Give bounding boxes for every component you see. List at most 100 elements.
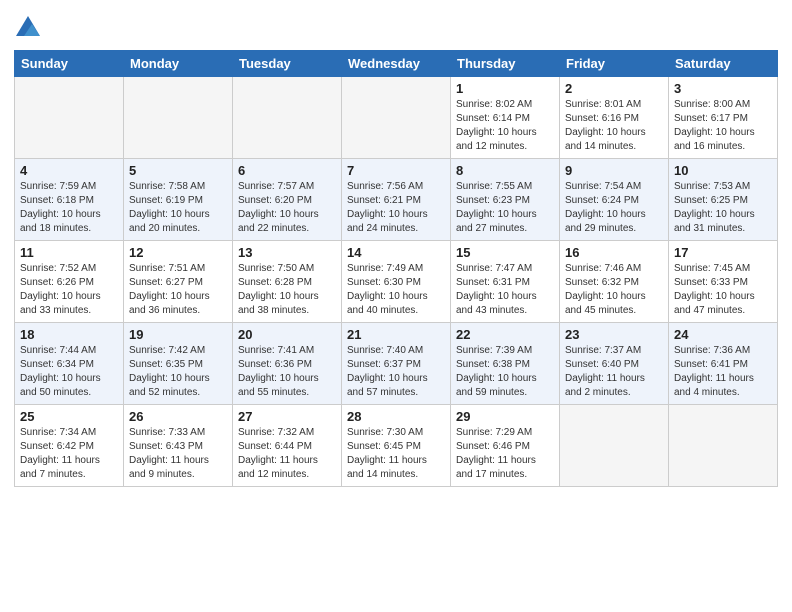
day-number: 20 bbox=[238, 327, 336, 342]
weekday-header-wednesday: Wednesday bbox=[342, 51, 451, 77]
day-info: Sunrise: 8:02 AM Sunset: 6:14 PM Dayligh… bbox=[456, 98, 554, 154]
day-info: Sunrise: 7:33 AM Sunset: 6:43 PM Dayligh… bbox=[129, 426, 227, 482]
calendar-cell: 17 Sunrise: 7:45 AM Sunset: 6:33 PM Dayli… bbox=[669, 241, 778, 323]
calendar-cell bbox=[233, 77, 342, 159]
day-number: 2 bbox=[565, 81, 663, 96]
calendar-cell: 13 Sunrise: 7:50 AM Sunset: 6:28 PM Dayli… bbox=[233, 241, 342, 323]
day-number: 27 bbox=[238, 409, 336, 424]
calendar-cell: 21Sunrise: 7:40 AM Sunset: 6:37 PM Dayli… bbox=[342, 323, 451, 405]
day-info: Sunrise: 7:45 AM Sunset: 6:33 PM Dayligh… bbox=[674, 262, 772, 318]
calendar-cell: 27 Sunrise: 7:32 AM Sunset: 6:44 PM Dayli… bbox=[233, 405, 342, 487]
day-number: 4 bbox=[20, 163, 118, 178]
calendar-cell bbox=[15, 77, 124, 159]
calendar-week-row: 18 Sunrise: 7:44 AM Sunset: 6:34 PM Dayli… bbox=[15, 323, 778, 405]
day-info: Sunrise: 7:44 AM Sunset: 6:34 PM Dayligh… bbox=[20, 344, 118, 400]
day-number: 5 bbox=[129, 163, 227, 178]
day-number: 13 bbox=[238, 245, 336, 260]
day-info: Sunrise: 7:46 AM Sunset: 6:32 PM Dayligh… bbox=[565, 262, 663, 318]
calendar-cell: 24 Sunrise: 7:36 AM Sunset: 6:41 PM Dayli… bbox=[669, 323, 778, 405]
calendar-cell: 29 Sunrise: 7:29 AM Sunset: 6:46 PM Dayli… bbox=[451, 405, 560, 487]
day-number: 3 bbox=[674, 81, 772, 96]
day-number: 23 bbox=[565, 327, 663, 342]
day-number: 15 bbox=[456, 245, 554, 260]
day-number: 10 bbox=[674, 163, 772, 178]
day-number: 1 bbox=[456, 81, 554, 96]
weekday-row: SundayMondayTuesdayWednesdayThursdayFrid… bbox=[15, 51, 778, 77]
day-info: Sunrise: 7:51 AM Sunset: 6:27 PM Dayligh… bbox=[129, 262, 227, 318]
calendar-cell: 12 Sunrise: 7:51 AM Sunset: 6:27 PM Dayli… bbox=[124, 241, 233, 323]
day-info: Sunrise: 7:29 AM Sunset: 6:46 PM Dayligh… bbox=[456, 426, 554, 482]
day-info: Sunrise: 7:30 AM Sunset: 6:45 PM Dayligh… bbox=[347, 426, 445, 482]
calendar-cell: 1 Sunrise: 8:02 AM Sunset: 6:14 PM Daylig… bbox=[451, 77, 560, 159]
calendar-cell: 10 Sunrise: 7:53 AM Sunset: 6:25 PM Dayli… bbox=[669, 159, 778, 241]
day-number: 14 bbox=[347, 245, 445, 260]
day-info: Sunrise: 8:00 AM Sunset: 6:17 PM Dayligh… bbox=[674, 98, 772, 154]
day-number: 6 bbox=[238, 163, 336, 178]
calendar-cell bbox=[124, 77, 233, 159]
calendar-body: 1 Sunrise: 8:02 AM Sunset: 6:14 PM Daylig… bbox=[15, 77, 778, 487]
calendar-week-row: 1 Sunrise: 8:02 AM Sunset: 6:14 PM Daylig… bbox=[15, 77, 778, 159]
day-info: Sunrise: 7:41 AM Sunset: 6:36 PM Dayligh… bbox=[238, 344, 336, 400]
calendar-cell: 23 Sunrise: 7:37 AM Sunset: 6:40 PM Dayli… bbox=[560, 323, 669, 405]
day-number: 29 bbox=[456, 409, 554, 424]
calendar-cell: 2Sunrise: 8:01 AM Sunset: 6:16 PM Daylig… bbox=[560, 77, 669, 159]
day-info: Sunrise: 7:59 AM Sunset: 6:18 PM Dayligh… bbox=[20, 180, 118, 236]
calendar-cell: 26 Sunrise: 7:33 AM Sunset: 6:43 PM Dayli… bbox=[124, 405, 233, 487]
calendar-cell: 19 Sunrise: 7:42 AM Sunset: 6:35 PM Dayli… bbox=[124, 323, 233, 405]
day-number: 12 bbox=[129, 245, 227, 260]
calendar-cell: 15 Sunrise: 7:47 AM Sunset: 6:31 PM Dayli… bbox=[451, 241, 560, 323]
logo bbox=[14, 14, 44, 42]
calendar-cell: 22 Sunrise: 7:39 AM Sunset: 6:38 PM Dayli… bbox=[451, 323, 560, 405]
calendar-cell: 20 Sunrise: 7:41 AM Sunset: 6:36 PM Dayli… bbox=[233, 323, 342, 405]
calendar-cell: 4 Sunrise: 7:59 AM Sunset: 6:18 PM Daylig… bbox=[15, 159, 124, 241]
day-number: 26 bbox=[129, 409, 227, 424]
day-number: 19 bbox=[129, 327, 227, 342]
weekday-header-thursday: Thursday bbox=[451, 51, 560, 77]
header bbox=[14, 10, 778, 42]
calendar-cell bbox=[669, 405, 778, 487]
day-number: 9 bbox=[565, 163, 663, 178]
day-number: 7 bbox=[347, 163, 445, 178]
calendar-cell: 7 Sunrise: 7:56 AM Sunset: 6:21 PM Daylig… bbox=[342, 159, 451, 241]
day-number: 25 bbox=[20, 409, 118, 424]
day-number: 11 bbox=[20, 245, 118, 260]
weekday-header-friday: Friday bbox=[560, 51, 669, 77]
calendar-cell: 14Sunrise: 7:49 AM Sunset: 6:30 PM Dayli… bbox=[342, 241, 451, 323]
day-number: 28 bbox=[347, 409, 445, 424]
calendar-cell bbox=[342, 77, 451, 159]
calendar-cell: 16 Sunrise: 7:46 AM Sunset: 6:32 PM Dayli… bbox=[560, 241, 669, 323]
weekday-header-sunday: Sunday bbox=[15, 51, 124, 77]
day-info: Sunrise: 7:32 AM Sunset: 6:44 PM Dayligh… bbox=[238, 426, 336, 482]
day-number: 16 bbox=[565, 245, 663, 260]
day-number: 18 bbox=[20, 327, 118, 342]
day-info: Sunrise: 7:56 AM Sunset: 6:21 PM Dayligh… bbox=[347, 180, 445, 236]
page: SundayMondayTuesdayWednesdayThursdayFrid… bbox=[0, 0, 792, 612]
day-number: 17 bbox=[674, 245, 772, 260]
calendar-cell: 28 Sunrise: 7:30 AM Sunset: 6:45 PM Dayli… bbox=[342, 405, 451, 487]
day-number: 22 bbox=[456, 327, 554, 342]
day-info: Sunrise: 7:34 AM Sunset: 6:42 PM Dayligh… bbox=[20, 426, 118, 482]
calendar-week-row: 25 Sunrise: 7:34 AM Sunset: 6:42 PM Dayli… bbox=[15, 405, 778, 487]
weekday-header-monday: Monday bbox=[124, 51, 233, 77]
day-info: Sunrise: 7:47 AM Sunset: 6:31 PM Dayligh… bbox=[456, 262, 554, 318]
day-info: Sunrise: 7:54 AM Sunset: 6:24 PM Dayligh… bbox=[565, 180, 663, 236]
calendar-cell bbox=[560, 405, 669, 487]
day-info: Sunrise: 7:42 AM Sunset: 6:35 PM Dayligh… bbox=[129, 344, 227, 400]
calendar-week-row: 11Sunrise: 7:52 AM Sunset: 6:26 PM Dayli… bbox=[15, 241, 778, 323]
day-info: Sunrise: 7:39 AM Sunset: 6:38 PM Dayligh… bbox=[456, 344, 554, 400]
calendar-header: SundayMondayTuesdayWednesdayThursdayFrid… bbox=[15, 51, 778, 77]
weekday-header-saturday: Saturday bbox=[669, 51, 778, 77]
calendar-cell: 18 Sunrise: 7:44 AM Sunset: 6:34 PM Dayli… bbox=[15, 323, 124, 405]
day-number: 24 bbox=[674, 327, 772, 342]
calendar-cell: 5 Sunrise: 7:58 AM Sunset: 6:19 PM Daylig… bbox=[124, 159, 233, 241]
day-info: Sunrise: 7:50 AM Sunset: 6:28 PM Dayligh… bbox=[238, 262, 336, 318]
calendar-cell: 6Sunrise: 7:57 AM Sunset: 6:20 PM Daylig… bbox=[233, 159, 342, 241]
day-number: 21 bbox=[347, 327, 445, 342]
day-info: Sunrise: 7:36 AM Sunset: 6:41 PM Dayligh… bbox=[674, 344, 772, 400]
day-info: Sunrise: 7:58 AM Sunset: 6:19 PM Dayligh… bbox=[129, 180, 227, 236]
day-info: Sunrise: 7:37 AM Sunset: 6:40 PM Dayligh… bbox=[565, 344, 663, 400]
calendar-cell: 9 Sunrise: 7:54 AM Sunset: 6:24 PM Daylig… bbox=[560, 159, 669, 241]
calendar-cell: 25 Sunrise: 7:34 AM Sunset: 6:42 PM Dayli… bbox=[15, 405, 124, 487]
day-info: Sunrise: 7:53 AM Sunset: 6:25 PM Dayligh… bbox=[674, 180, 772, 236]
calendar-cell: 3 Sunrise: 8:00 AM Sunset: 6:17 PM Daylig… bbox=[669, 77, 778, 159]
